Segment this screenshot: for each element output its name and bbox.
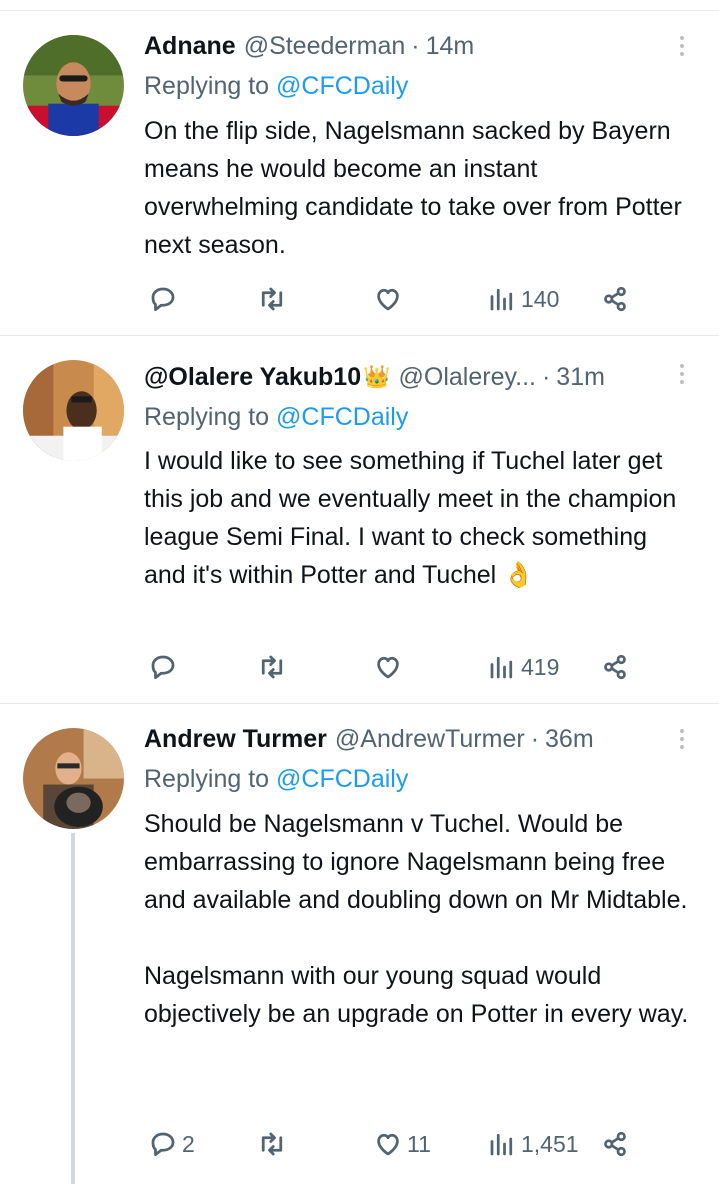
reply-count: 2 [182,1130,195,1157]
heart-icon [377,656,399,679]
tweet-header: @Olalere Yakub10 👑 @Olalerey... · 31m [144,361,659,393]
author-name[interactable]: Adnane [144,32,236,61]
avatar[interactable] [23,35,124,136]
share-button[interactable] [600,651,630,683]
tweet-reply[interactable]: Adnane @Steederman · 14m Replying to @CF… [0,11,719,336]
replying-prefix: Replying to [144,72,277,100]
tweet-actions: 419 [144,651,644,683]
avatar-photo [23,728,124,829]
tweet-header: Adnane @Steederman · 14m [144,30,659,62]
reply-icon [151,1132,175,1156]
reply-button[interactable] [148,651,182,683]
separator-dot: · [530,724,540,753]
retweet-icon [261,1132,283,1156]
heart-icon [377,1133,399,1156]
replying-mention[interactable]: @CFCDaily [276,765,408,793]
tweet-actions: 140 [144,283,644,315]
avatar[interactable] [23,728,124,829]
views-icon [490,288,513,311]
reply-button[interactable]: 2 [148,1128,195,1160]
tweet-reply[interactable]: Andrew Turmer @AndrewTurmer · 36m Replyi… [0,704,719,1184]
tweet-text-paragraph: Should be Nagelsmann v Tuchel. Would be … [144,810,688,914]
share-icon [604,1131,626,1157]
retweet-icon [261,287,283,311]
tweet-text: Should be Nagelsmann v Tuchel. Would be … [144,805,689,1033]
like-button[interactable] [373,283,407,315]
tweet-time[interactable]: 36m [545,725,594,754]
crown-emoji: 👑 [363,364,391,389]
more-icon[interactable] [670,723,694,755]
heart-icon [377,288,399,311]
views-button[interactable]: 140 [487,283,559,315]
retweet-button[interactable] [257,651,291,683]
tweet-text-paragraph: On the flip side, Nagelsmann sacked by B… [144,117,682,259]
thread-connector-line [71,833,75,1184]
author-name[interactable]: @Olalere Yakub10 [144,363,361,392]
like-button[interactable] [373,651,407,683]
views-icon [490,656,513,679]
views-count: 1,451 [521,1130,579,1157]
like-count: 11 [407,1130,431,1157]
views-icon [490,1133,513,1156]
replying-prefix: Replying to [144,403,277,431]
avatar-photo [23,35,124,136]
avatar-photo [23,360,124,461]
avatar[interactable] [23,360,124,461]
tweet-header: Andrew Turmer @AndrewTurmer · 36m [144,723,659,755]
tweet-actions: 2 11 1,451 [144,1128,644,1160]
share-icon [604,654,626,680]
separator-dot: · [541,362,551,391]
share-icon [604,286,626,312]
replying-to: Replying to @CFCDaily [144,401,408,433]
author-name[interactable]: Andrew Turmer [144,725,327,754]
views-button[interactable]: 1,451 [487,1128,579,1160]
tweet-time[interactable]: 31m [556,363,605,392]
replying-mention[interactable]: @CFCDaily [276,403,408,431]
author-handle[interactable]: @Steederman [244,32,406,61]
tweet-time[interactable]: 14m [426,32,475,61]
share-button[interactable] [600,1128,630,1160]
author-handle[interactable]: @AndrewTurmer [335,725,525,754]
reply-icon [151,655,175,679]
share-button[interactable] [600,283,630,315]
retweet-button[interactable] [257,283,291,315]
tweet-reply[interactable]: @Olalere Yakub10 👑 @Olalerey... · 31m Re… [0,336,719,704]
retweet-button[interactable] [257,1128,291,1160]
more-icon[interactable] [670,358,694,390]
views-count: 419 [521,653,560,680]
tweet-text: On the flip side, Nagelsmann sacked by B… [144,112,689,264]
views-button[interactable]: 419 [487,651,559,683]
replying-to: Replying to @CFCDaily [144,70,408,102]
tweet-text-paragraph: Nagelsmann with our young squad would ob… [144,962,689,1028]
separator-dot: · [411,31,420,60]
like-button[interactable]: 11 [373,1128,431,1160]
replying-to: Replying to @CFCDaily [144,763,408,795]
views-count: 140 [521,285,560,312]
replying-prefix: Replying to [144,765,277,793]
tweet-text-paragraph: I would like to see something if Tuchel … [144,447,677,589]
reply-button[interactable] [148,283,182,315]
more-icon[interactable] [670,30,694,62]
retweet-icon [261,655,283,679]
replying-mention[interactable]: @CFCDaily [276,72,408,100]
reply-icon [151,287,175,311]
author-handle[interactable]: @Olalerey... [399,363,536,392]
tweet-text: I would like to see something if Tuchel … [144,442,689,594]
